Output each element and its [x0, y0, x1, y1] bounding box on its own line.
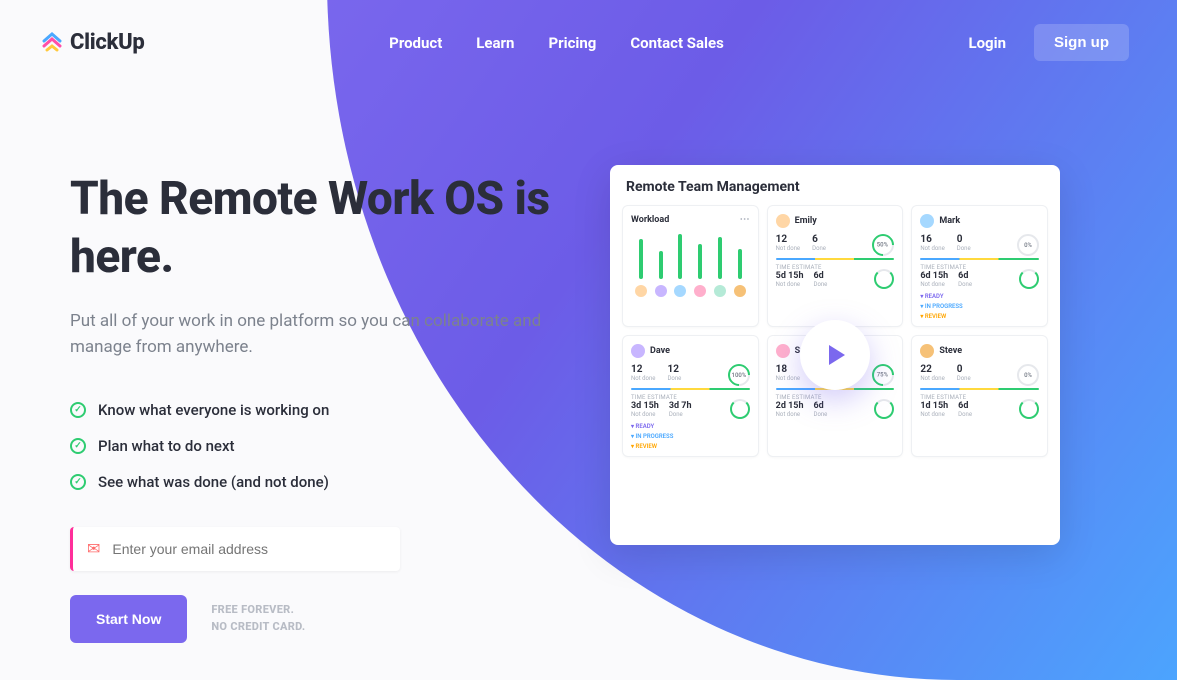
check-text: Know what everyone is working on — [98, 401, 329, 419]
play-button[interactable] — [800, 320, 870, 390]
est-ring — [730, 399, 750, 419]
check-icon: ✓ — [70, 474, 86, 490]
email-input[interactable] — [112, 541, 386, 557]
mail-icon: ✉ — [87, 539, 100, 558]
signup-button[interactable]: Sign up — [1034, 24, 1129, 61]
check-text: See what was done (and not done) — [98, 473, 329, 491]
check-item: ✓ Know what everyone is working on — [70, 401, 550, 419]
email-row: ✉ — [70, 527, 400, 571]
cta-row: Start Now FREE FOREVER. NO CREDIT CARD. — [70, 595, 550, 643]
person-card-steve: Steve 22Not done0Done 0% TIME ESTIMATE 1… — [911, 335, 1048, 457]
hero-subtitle: Put all of your work in one platform so … — [70, 308, 550, 361]
cta-line2: NO CREDIT CARD. — [211, 619, 305, 636]
workload-label: Workload — [631, 215, 669, 225]
workload-bars — [631, 229, 750, 279]
play-icon — [829, 345, 845, 365]
person-name: Mark — [939, 216, 960, 226]
logo-text: ClickUp — [70, 30, 145, 55]
check-icon: ✓ — [70, 402, 86, 418]
cta-line1: FREE FOREVER. — [211, 602, 305, 619]
progress-ring: 0% — [1017, 364, 1039, 386]
check-icon: ✓ — [70, 438, 86, 454]
est-ring — [1019, 399, 1039, 419]
check-item: ✓ See what was done (and not done) — [70, 473, 550, 491]
workload-card: Workload ⋯ — [622, 205, 759, 327]
person-card-mark: Mark 16Not done0Done 0% TIME ESTIMATE 6d… — [911, 205, 1048, 327]
person-card-emily: Emily 12Not done6Done 50% TIME ESTIMATE … — [767, 205, 904, 327]
nav-pricing[interactable]: Pricing — [548, 34, 596, 52]
person-name: Emily — [795, 216, 817, 226]
cta-subtext: FREE FOREVER. NO CREDIT CARD. — [211, 602, 305, 635]
dashboard-preview: Remote Team Management Workload ⋯ Emily 1… — [610, 165, 1060, 545]
workload-avatars — [631, 285, 750, 297]
person-name: Dave — [650, 346, 670, 356]
more-icon[interactable]: ⋯ — [740, 214, 750, 225]
nav-learn[interactable]: Learn — [476, 34, 514, 52]
top-nav: ClickUp Product Learn Pricing Contact Sa… — [0, 0, 1177, 61]
progress-ring: 0% — [1017, 234, 1039, 256]
check-text: Plan what to do next — [98, 437, 235, 455]
hero: The Remote Work OS is here. Put all of y… — [0, 61, 550, 643]
start-now-button[interactable]: Start Now — [70, 595, 187, 643]
hero-checks: ✓ Know what everyone is working on ✓ Plan … — [70, 401, 550, 491]
logo[interactable]: ClickUp — [40, 30, 145, 55]
logo-icon — [40, 31, 64, 55]
est-ring — [1019, 269, 1039, 289]
preview-title: Remote Team Management — [622, 179, 1048, 195]
est-ring — [874, 269, 894, 289]
person-card-dave: Dave 12Not done12Done 100% TIME ESTIMATE… — [622, 335, 759, 457]
est-ring — [874, 399, 894, 419]
nav-product[interactable]: Product — [389, 34, 442, 52]
hero-title: The Remote Work OS is here. — [70, 171, 550, 286]
nav-links: Product Learn Pricing Contact Sales — [389, 34, 724, 52]
nav-contact[interactable]: Contact Sales — [630, 34, 723, 52]
person-name: Steve — [939, 346, 962, 356]
login-link[interactable]: Login — [968, 34, 1006, 52]
check-item: ✓ Plan what to do next — [70, 437, 550, 455]
nav-right: Login Sign up — [968, 24, 1129, 61]
